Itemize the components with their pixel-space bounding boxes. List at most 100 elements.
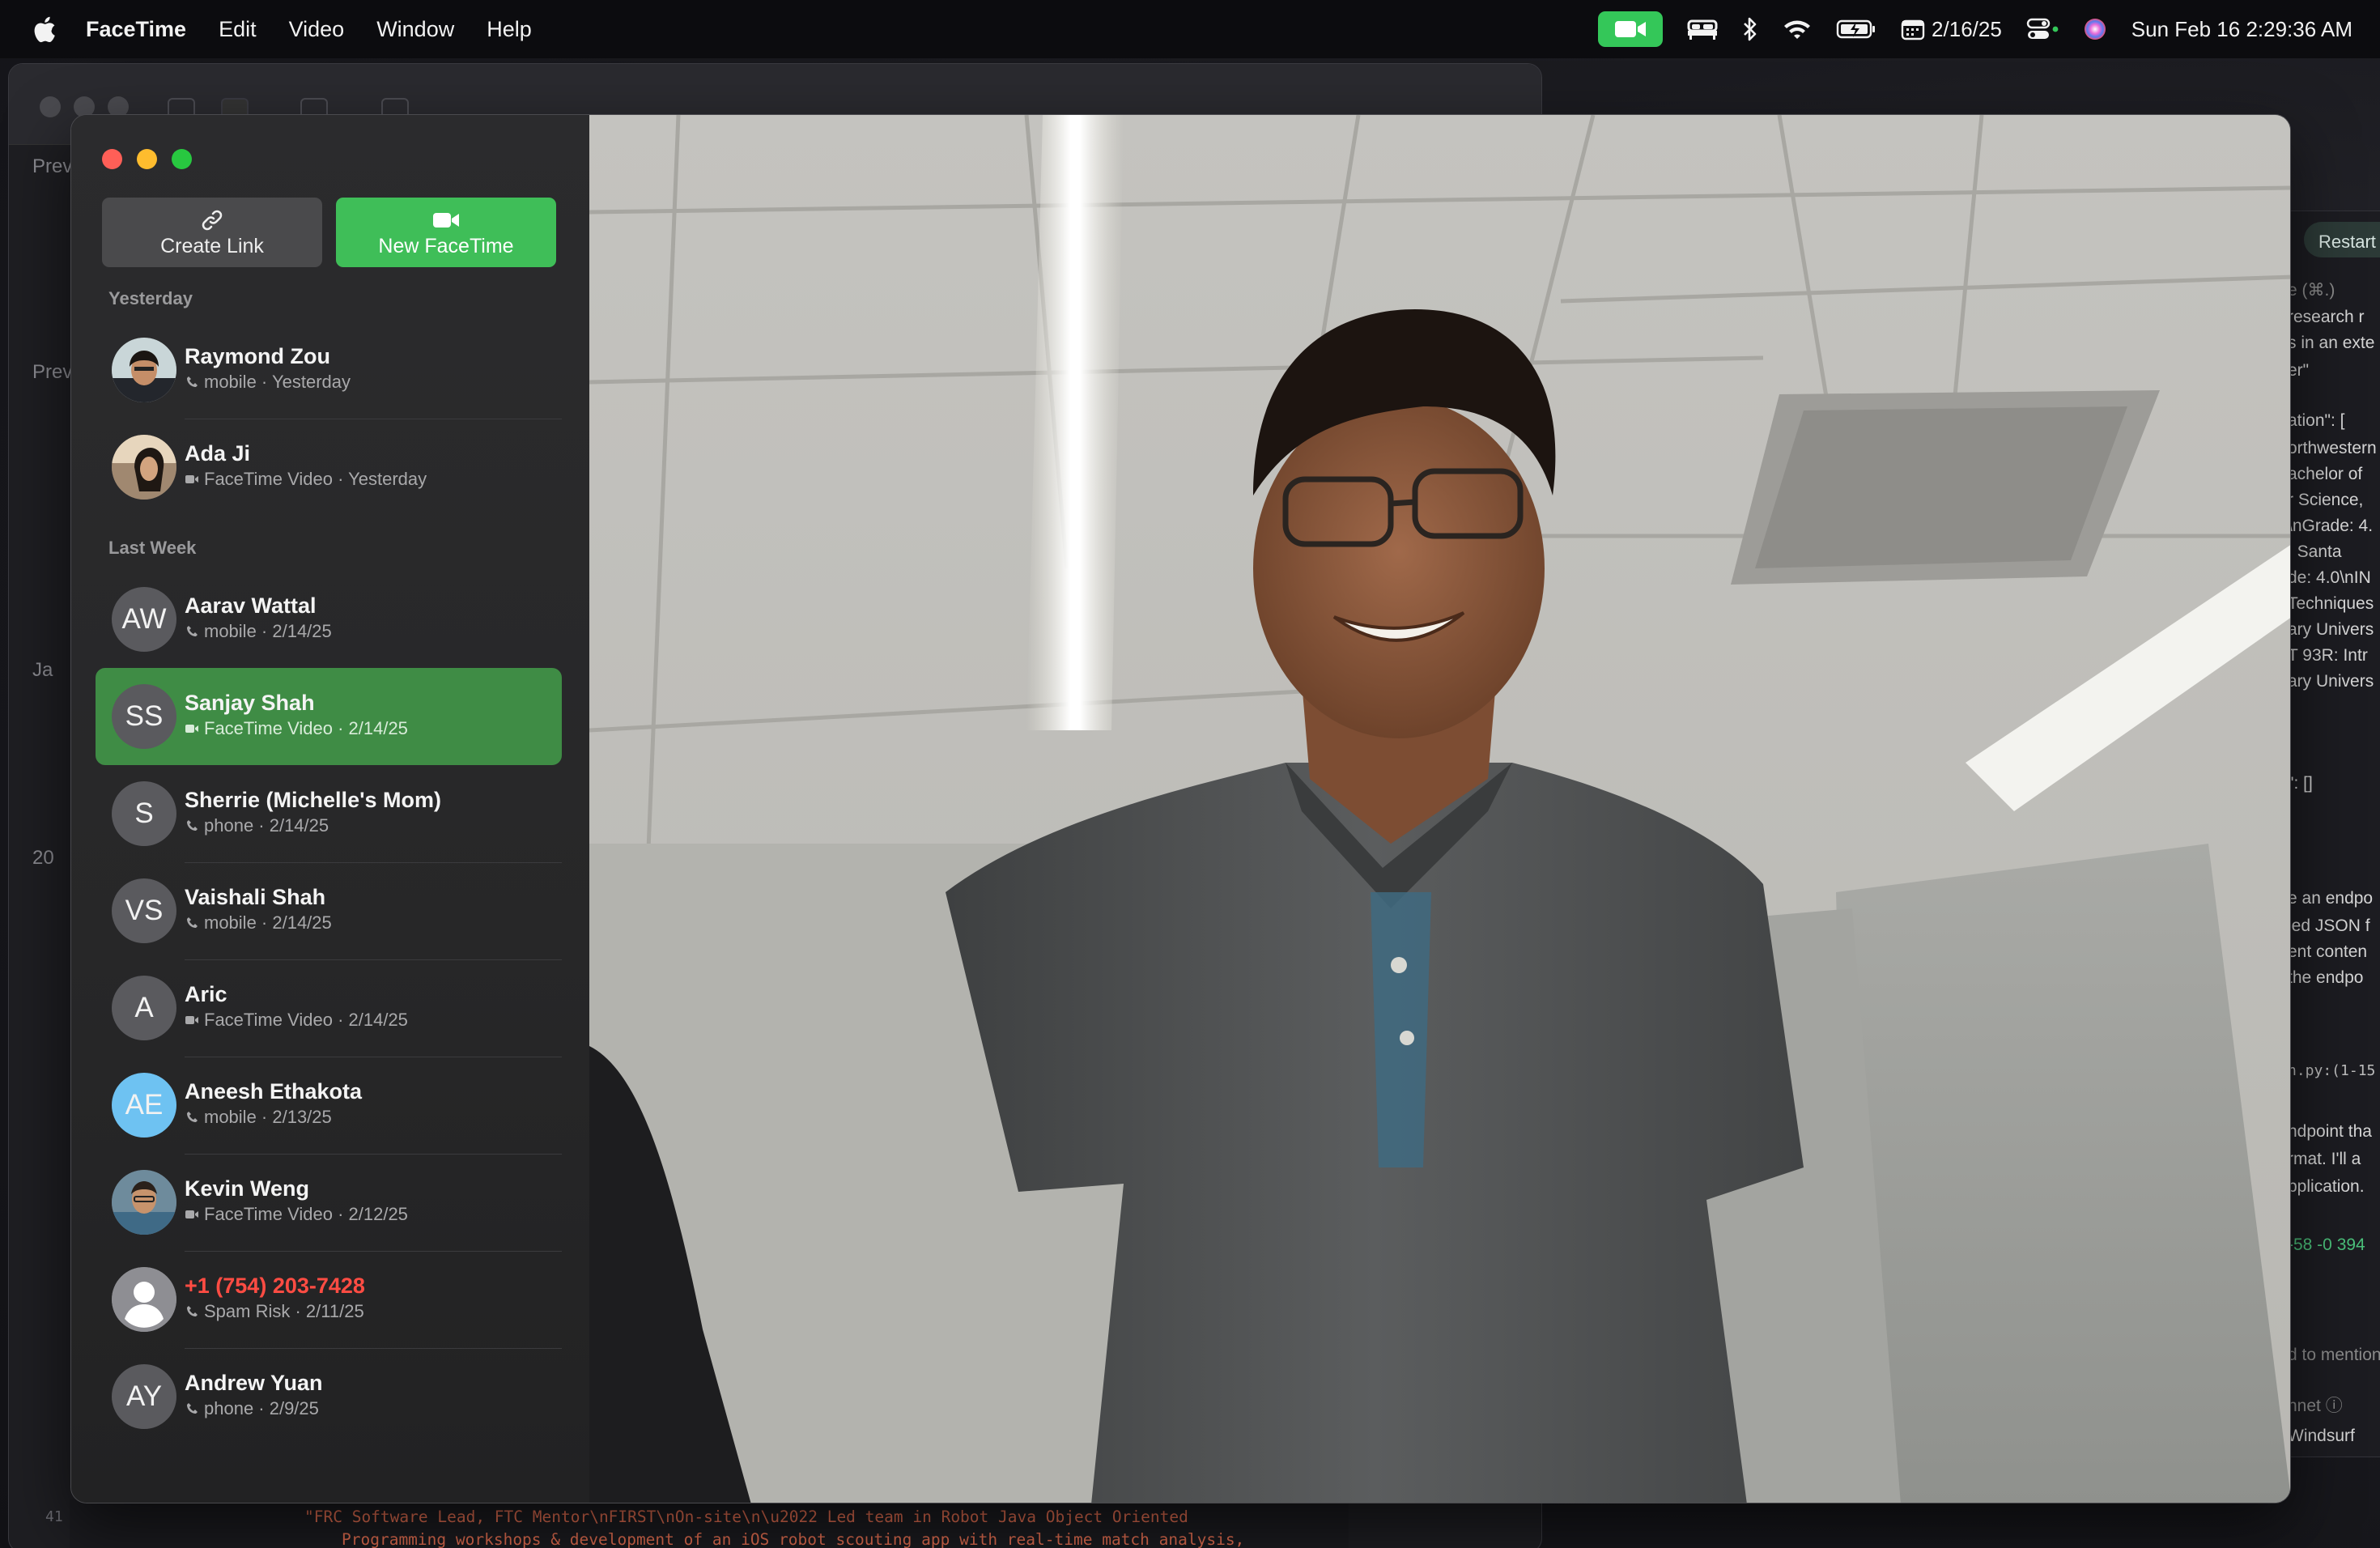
control-center-icon[interactable] [2026, 0, 2059, 58]
video-call-icon [185, 1207, 199, 1222]
menu-video[interactable]: Video [289, 17, 345, 42]
assistant-panel-line: d to mention [2288, 1346, 2380, 1364]
call-detail: mobile · 2/13/25 [185, 1107, 332, 1128]
contact-name: Ada Ji [185, 441, 251, 466]
facetime-window: Create Link New FaceTime Yesterday Raymon… [70, 114, 2291, 1503]
assistant-panel-line: : Santa [2288, 542, 2342, 561]
zoom-button[interactable] [172, 149, 192, 169]
avatar [112, 1170, 176, 1235]
recent-call-item[interactable]: SS Sanjay Shah FaceTime Video · 2/14/25 [96, 668, 562, 765]
call-detail-text: FaceTime Video · 2/14/25 [204, 1010, 408, 1030]
assistant-panel-line: e (⌘.) [2288, 281, 2335, 300]
minimize-button[interactable] [137, 149, 157, 169]
call-detail-text: FaceTime Video · 2/14/25 [204, 718, 408, 738]
recent-call-item[interactable]: S Sherrie (Michelle's Mom) phone · 2/14/25 [96, 765, 562, 862]
menu-edit[interactable]: Edit [219, 17, 257, 42]
avatar: AE [112, 1073, 176, 1138]
contact-name: Aarav Wattal [185, 593, 317, 618]
assistant-panel-line: e an endpo [2288, 889, 2374, 908]
assistant-panel-line: the endpo [2288, 968, 2364, 987]
recent-call-item[interactable]: AE Aneesh Ethakota mobile · 2/13/25 [96, 1057, 562, 1154]
phone-call-icon [185, 375, 199, 389]
wifi-icon[interactable] [1783, 0, 1812, 58]
section-header-yesterday: Yesterday [108, 288, 193, 308]
bluetooth-icon[interactable] [1742, 0, 1758, 58]
recent-call-item[interactable]: Kevin Weng FaceTime Video · 2/12/25 [96, 1154, 562, 1251]
phone-call-icon [185, 1304, 199, 1319]
facetime-video-icon[interactable] [1598, 0, 1664, 58]
avatar: S [112, 781, 176, 846]
phone-call-icon [185, 819, 199, 833]
avatar: A [112, 976, 176, 1040]
menu-app-name[interactable]: FaceTime [86, 17, 186, 42]
call-detail-text: phone · 2/14/25 [204, 815, 329, 836]
recent-call-item[interactable]: Raymond Zou mobile · Yesterday [96, 321, 562, 419]
battery-icon[interactable] [1836, 0, 1876, 58]
status-area: 2/16/25 Sun Feb 16 2:29:36 AM [1598, 0, 2352, 58]
restart-button[interactable]: Restart [2304, 222, 2380, 257]
call-detail-text: mobile · 2/13/25 [204, 1107, 332, 1127]
avatar: VS [112, 878, 176, 943]
contact-name: Kevin Weng [185, 1176, 310, 1201]
assistant-panel-line: s in an exte [2288, 334, 2375, 352]
avatar [112, 338, 176, 402]
code-line-number: 41 [45, 1508, 63, 1525]
section-header-last-week: Last Week [108, 538, 197, 558]
link-icon [200, 207, 224, 233]
avatar: AW [112, 587, 176, 652]
recent-call-item[interactable]: AW Aarav Wattal mobile · 2/14/25 [96, 571, 562, 668]
assistant-panel-line: ied JSON f [2288, 916, 2370, 935]
calendar-icon [1901, 19, 1925, 40]
close-button[interactable] [102, 149, 122, 169]
assistant-panel-line: Techniques [2288, 594, 2374, 613]
avatar [112, 435, 176, 500]
background-edge-text: Prev [32, 155, 73, 177]
calendar-date-item[interactable]: 2/16/25 [1901, 0, 2002, 58]
calendar-date-text: 2/16/25 [1932, 16, 2002, 41]
assistant-panel-line: pplication. [2288, 1177, 2365, 1196]
create-link-button[interactable]: Create Link [102, 198, 322, 267]
avatar: SS [112, 684, 176, 749]
siri-icon[interactable] [2083, 0, 2107, 58]
assistant-panel-line: nnet ⓘ [2288, 1397, 2343, 1415]
call-detail-text: FaceTime Video · Yesterday [204, 469, 427, 489]
assistant-panel-line: ndpoint tha [2288, 1122, 2372, 1141]
recent-call-item[interactable]: VS Vaishali Shah mobile · 2/14/25 [96, 862, 562, 959]
recent-call-item[interactable]: Ada Ji FaceTime Video · Yesterday [96, 419, 562, 516]
video-call-icon [185, 1013, 199, 1027]
call-detail: phone · 2/9/25 [185, 1398, 319, 1419]
new-facetime-label: New FaceTime [378, 234, 514, 257]
call-detail: phone · 2/14/25 [185, 815, 329, 836]
contact-name: Aric [185, 982, 227, 1006]
phone-call-icon [185, 624, 199, 639]
assistant-panel-line: achelor of [2288, 465, 2363, 483]
call-detail: mobile · Yesterday [185, 372, 351, 393]
clock[interactable]: Sun Feb 16 2:29:36 AM [2131, 17, 2352, 42]
contact-name: Raymond Zou [185, 344, 330, 368]
contact-name: Sanjay Shah [185, 691, 315, 715]
menu-bar: FaceTime Edit Video Window Help 2/16/25 … [0, 0, 2380, 58]
assistant-panel-line: ent conten [2288, 942, 2368, 961]
apple-menu-icon[interactable] [32, 15, 57, 43]
menu-window[interactable]: Window [376, 17, 454, 42]
assistant-panel-line: orthwestern [2288, 439, 2377, 457]
code-line: Programming workshops & development of a… [342, 1530, 1245, 1548]
assistant-panel-line: ary Univers [2288, 672, 2374, 691]
recent-call-item[interactable]: +1 (754) 203-7428 Spam Risk · 2/11/25 [96, 1251, 562, 1348]
call-detail-text: phone · 2/9/25 [204, 1398, 319, 1418]
call-detail: Spam Risk · 2/11/25 [185, 1301, 364, 1322]
bed-icon[interactable] [1687, 0, 1718, 58]
window-controls [102, 149, 192, 169]
assistant-panel-line: T 93R: Intr [2288, 646, 2368, 665]
new-facetime-button[interactable]: New FaceTime [336, 198, 556, 267]
recent-call-item[interactable]: AY Andrew Yuan phone · 2/9/25 [96, 1348, 562, 1445]
phone-call-icon [185, 916, 199, 930]
video-call-icon [185, 721, 199, 736]
menu-help[interactable]: Help [487, 17, 532, 42]
assistant-panel-line: r Science, [2288, 491, 2364, 509]
recent-call-item[interactable]: A Aric FaceTime Video · 2/14/25 [96, 959, 562, 1057]
background-edge-text: Ja [32, 659, 53, 681]
call-detail: FaceTime Video · 2/12/25 [185, 1204, 408, 1225]
video-preview [589, 115, 2290, 1503]
call-detail: mobile · 2/14/25 [185, 912, 332, 933]
